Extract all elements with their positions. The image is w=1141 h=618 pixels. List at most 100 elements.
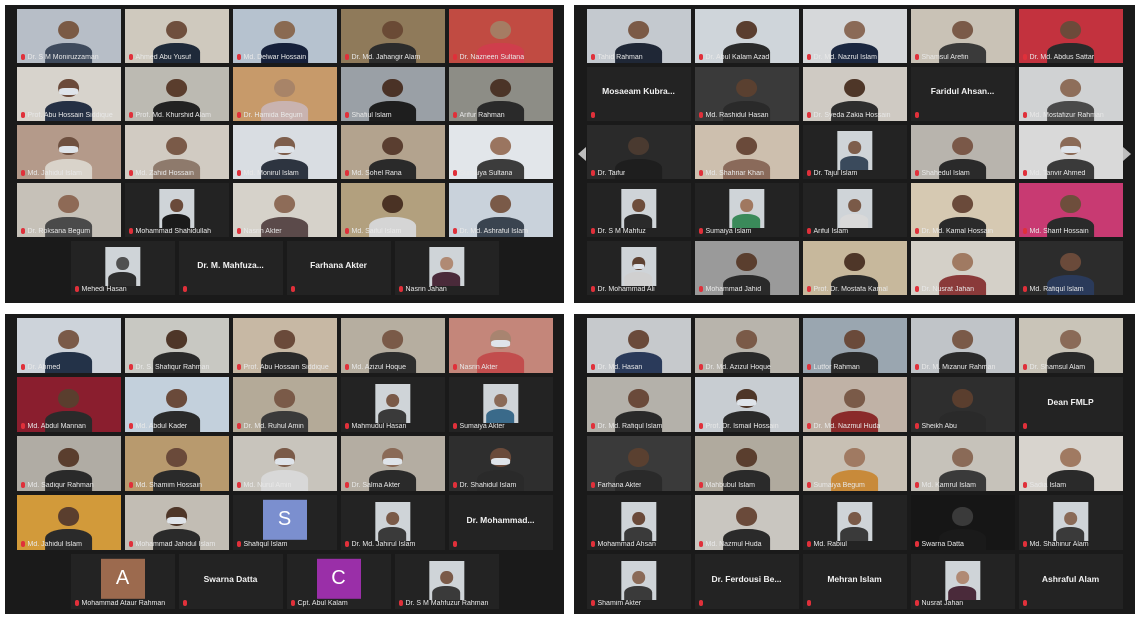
participant-video-tile[interactable]: Lutfor Rahman [802, 318, 907, 373]
participant-video-tile[interactable]: Dr. Syeda Zakia Hossain [802, 67, 907, 121]
participant-video-tile[interactable]: Md. Nazmul Huda [694, 495, 799, 550]
participant-video-tile[interactable]: Md. Rafiqul Islam [1018, 241, 1123, 295]
participant-video-tile[interactable]: Md. Sharif Hossain [1018, 183, 1123, 237]
participant-video-tile[interactable]: Md. Zahid Hossain [124, 125, 229, 179]
participant-video-tile[interactable]: Md. Shamim Hossain [124, 436, 229, 491]
participant-video-tile[interactable]: Md. Rabiul [802, 495, 907, 550]
participant-video-tile[interactable]: Arifur Rahman [448, 67, 553, 121]
participant-video-tile[interactable]: Sadia Islam [1018, 436, 1123, 491]
participant-video-tile[interactable]: Dr. M. Mahfuza... [178, 241, 283, 295]
participant-video-tile[interactable]: Nasrin Jahan [394, 241, 499, 295]
participant-video-tile[interactable]: Farhana Akter [286, 241, 391, 295]
participant-video-tile[interactable]: Farhana Akter [586, 436, 691, 491]
active-speaker-tile[interactable]: Prof. Dr. Ismail Hossain [694, 377, 799, 432]
participant-video-tile[interactable]: Dr. Nazneen Sultana [448, 9, 553, 63]
active-speaker-tile[interactable]: Prof. Abu Hossain Siddique [232, 318, 337, 373]
participant-video-tile[interactable]: Dr. Tajul Islam [802, 125, 907, 179]
participant-video-tile[interactable]: Dr. Md. Azizul Hoque [694, 318, 799, 373]
participant-video-tile[interactable]: Dr. Md. Nazrul Islam [802, 9, 907, 63]
participant-video-tile[interactable]: C Cpt. Abul Kalam [286, 554, 391, 609]
participant-video-tile[interactable]: Mehran Islam [802, 554, 907, 609]
participant-video-tile[interactable]: Sumaiya Islam [694, 183, 799, 237]
participant-video-tile[interactable]: A Mohammad Ataur Rahman [70, 554, 175, 609]
participant-video-tile[interactable]: Prof. Abu Hossain Siddique [16, 67, 121, 121]
participant-video-tile[interactable]: Md. Rashidul Hasan [694, 67, 799, 121]
participant-video-tile[interactable]: Swarna Datta [910, 495, 1015, 550]
participant-video-tile[interactable]: Md. Jahidul Islam [16, 125, 121, 179]
participant-video-tile[interactable]: Mehedi Hasan [70, 241, 175, 295]
participant-video-tile[interactable]: Dr. Md. Ruhul Amin [232, 377, 337, 432]
participant-video-tile[interactable]: Dr. Ferdousi Be... [694, 554, 799, 609]
participant-video-tile[interactable]: Dr. Shamsul Alam [1018, 318, 1123, 373]
participant-video-tile[interactable]: Dr. Md. Rafiqul Islam [586, 377, 691, 432]
participant-video-tile[interactable]: Sumaiya Begum [802, 436, 907, 491]
participant-video-tile[interactable]: Md. Abdul Mannan [16, 377, 121, 432]
participant-video-tile[interactable]: Nasrin Akter [232, 183, 337, 237]
participant-video-tile[interactable]: Dr. Md. Kamal Hossain [910, 183, 1015, 237]
participant-video-tile[interactable]: Md. Mostafizur Rahman [1018, 67, 1123, 121]
participant-video-tile[interactable]: Sumaiya Akter [448, 377, 553, 432]
active-speaker-tile[interactable]: Prof. Md. Khurshid Alam [124, 67, 229, 121]
participant-video-tile[interactable]: Md. Jahidul Islam [16, 495, 121, 550]
participant-video-tile[interactable]: Dr. Nusrat Jahan [910, 241, 1015, 295]
participant-video-tile[interactable]: Dr. Shahidul Islam [448, 436, 553, 491]
participant-video-tile[interactable]: Mohammad Shahidullah [124, 183, 229, 237]
participant-video-tile[interactable]: Ashraful Alam [1018, 554, 1123, 609]
participant-video-tile[interactable]: Md. Sadiqur Rahman [16, 436, 121, 491]
active-speaker-tile[interactable]: Shamsul Arefin [910, 9, 1015, 63]
participant-video-tile[interactable]: Md. Shahinur Alam [1018, 495, 1123, 550]
participant-video-tile[interactable]: Nasrin Akter [448, 318, 553, 373]
participant-video-tile[interactable]: Dr. Md. Ashraful Islam [448, 183, 553, 237]
participant-video-tile[interactable]: Dr. Salma Akter [340, 436, 445, 491]
participant-video-tile[interactable]: Shafiul Islam [340, 67, 445, 121]
participant-video-tile[interactable]: Dr. Ahmed [16, 318, 121, 373]
participant-video-tile[interactable]: Mahmudul Hasan [340, 377, 445, 432]
participant-video-tile[interactable]: Tahid Rahman [586, 9, 691, 63]
participant-video-tile[interactable]: Mohammad Jahid [694, 241, 799, 295]
participant-video-tile[interactable]: Md. Sohel Rana [340, 125, 445, 179]
participant-video-tile[interactable]: Nusrat Jahan [910, 554, 1015, 609]
participant-video-tile[interactable]: Md. Azizul Hoque [340, 318, 445, 373]
participant-video-tile[interactable]: Md. Nurul Amin [232, 436, 337, 491]
participant-silhouette [162, 198, 191, 229]
participant-name-text: Arifur Rahman [459, 112, 505, 119]
participant-video-tile[interactable]: Dean FMLP [1018, 377, 1123, 432]
participant-video-tile[interactable]: Dr. Abul Kalam Azad [694, 9, 799, 63]
participant-video-tile[interactable]: Dr. S M Mahfuz [586, 183, 691, 237]
participant-video-tile[interactable]: Dr. Hamida Begum [232, 67, 337, 121]
participant-video-tile[interactable]: Ahmed Abu Yusuf [124, 9, 229, 63]
participant-video-tile[interactable]: Md. Monirul Islam [232, 125, 337, 179]
participant-video-tile[interactable]: Dr. Md. Nazmul Huda [802, 377, 907, 432]
participant-video-tile[interactable]: Ariful Islam [802, 183, 907, 237]
participant-video-tile[interactable]: Mosaeam Kubra... [586, 67, 691, 121]
participant-video-tile[interactable]: Md. Delwar Hossain [232, 9, 337, 63]
participant-video-tile[interactable]: Dr. Taifur [586, 125, 691, 179]
participant-video-tile[interactable]: Md. Saiful Islam [340, 183, 445, 237]
participant-video-tile[interactable]: Dr. Roksana Begum [16, 183, 121, 237]
participant-video-tile[interactable]: Mohammad Jahidul Islam [124, 495, 229, 550]
participant-video-tile[interactable]: Faridul Ahsan... [910, 67, 1015, 121]
participant-video-tile[interactable]: Shamim Akter [586, 554, 691, 609]
participant-video-tile[interactable]: Md. Abdul Kader [124, 377, 229, 432]
participant-video-tile[interactable]: Sumaiya Sultana [448, 125, 553, 179]
participant-video-tile[interactable]: Dr. Mohammad... [448, 495, 553, 550]
participant-video-tile[interactable]: S Shafiqul Islam [232, 495, 337, 550]
participant-video-tile[interactable]: Dr. S. Shafiqur Rahman [124, 318, 229, 373]
participant-video-tile[interactable]: Md. Tanvir Ahmed [1018, 125, 1123, 179]
participant-video-tile[interactable]: Swarna Datta [178, 554, 283, 609]
participant-video-tile[interactable]: Dr. Md. Jahirul Islam [340, 495, 445, 550]
participant-video-tile[interactable]: Md. Kamrul Islam [910, 436, 1015, 491]
participant-video-tile[interactable]: Md. Shahriar Khan [694, 125, 799, 179]
participant-video-tile[interactable]: Mahbubul Islam [694, 436, 799, 491]
participant-video-tile[interactable]: Shahedul Islam [910, 125, 1015, 179]
participant-video-tile[interactable]: Dr. Md. Jahangir Alam [340, 9, 445, 63]
participant-video-tile[interactable]: Dr. Md. Abdus Sattar [1018, 9, 1123, 63]
participant-video-tile[interactable]: Mohammad Ahsan [586, 495, 691, 550]
participant-video-tile[interactable]: Dr. S M Mahfuzur Rahman [394, 554, 499, 609]
participant-video-tile[interactable]: Sheikh Abu [910, 377, 1015, 432]
participant-video-tile[interactable]: Dr. Md. Hasan [586, 318, 691, 373]
participant-video-tile[interactable]: Dr. M. Mizanur Rahman [910, 318, 1015, 373]
participant-video-tile[interactable]: Dr. S M Moniruzzaman [16, 9, 121, 63]
participant-video-tile[interactable]: Prof. Dr. Mostafa Kamal [802, 241, 907, 295]
participant-video-tile[interactable]: Dr. Mohammad Ali [586, 241, 691, 295]
